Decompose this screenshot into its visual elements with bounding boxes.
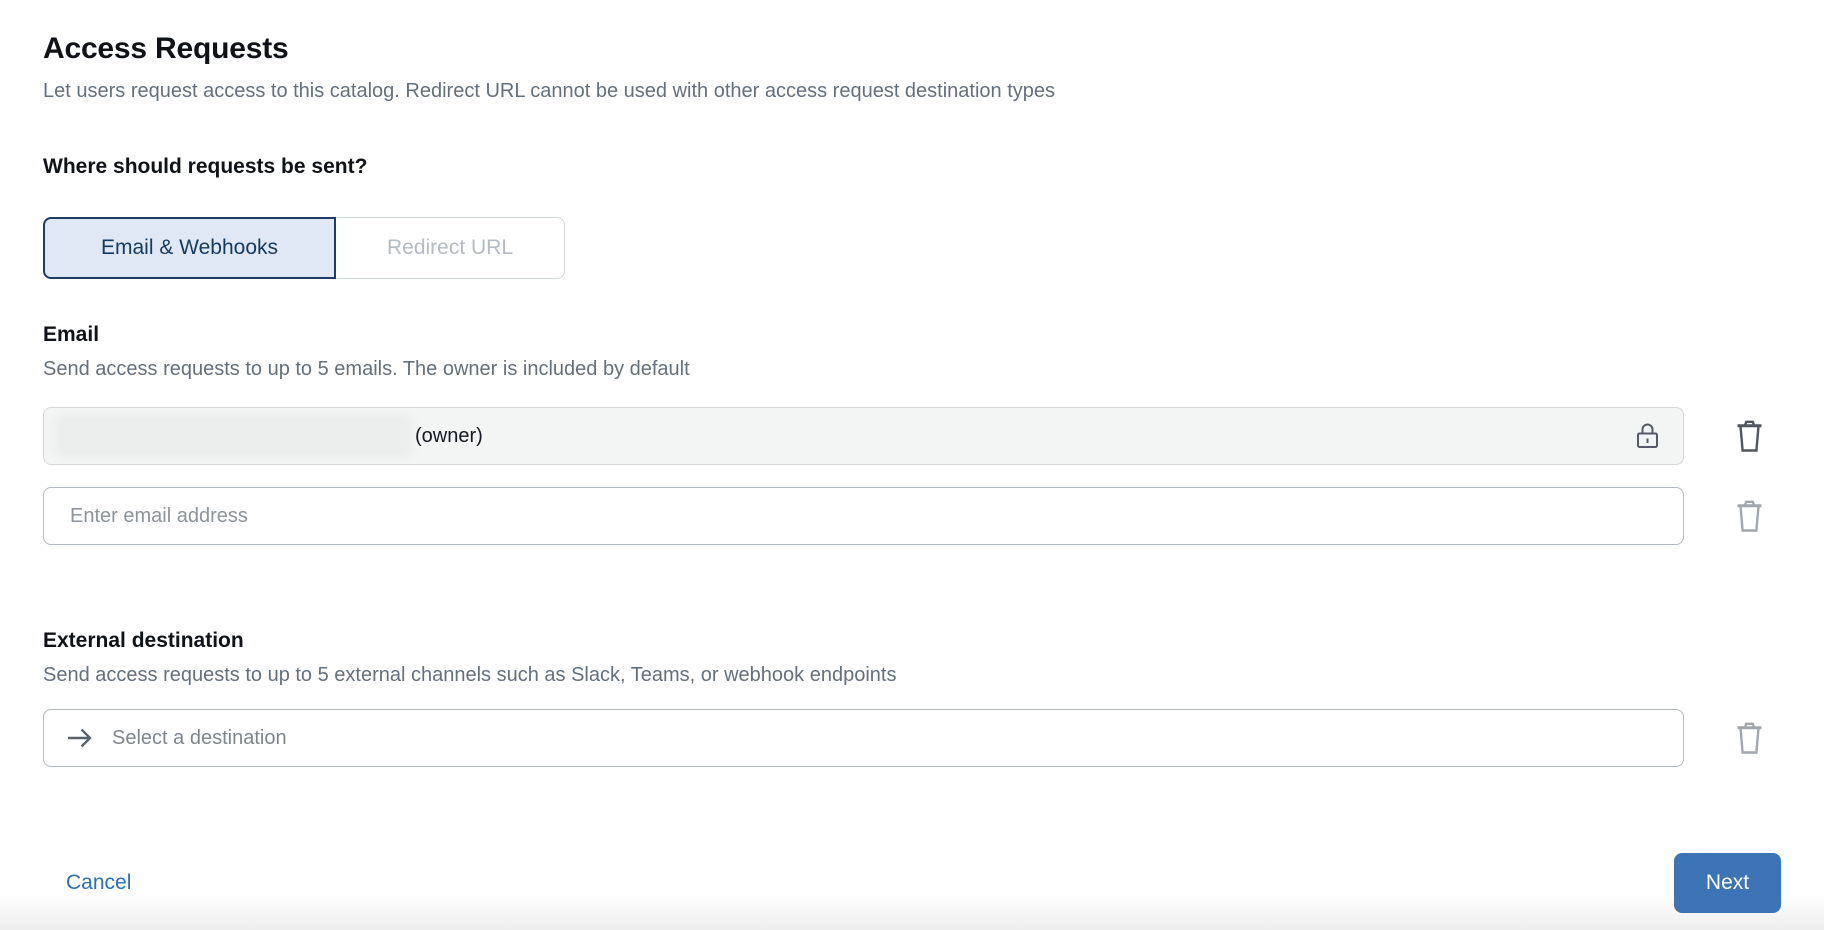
access-requests-form: Access Requests Let users request access… — [0, 0, 1824, 913]
form-footer: Cancel Next — [43, 853, 1781, 913]
owner-suffix-label: (owner) — [415, 425, 483, 448]
external-section-heading: External destination — [43, 627, 1781, 655]
page-title: Access Requests — [43, 30, 1781, 68]
new-email-row-actions — [1684, 499, 1781, 533]
trash-icon — [1735, 499, 1764, 533]
destination-row: Select a destination — [43, 709, 1781, 767]
remove-destination-button[interactable] — [1735, 721, 1764, 755]
redacted-owner-email — [55, 415, 411, 457]
segment-redirect-url[interactable]: Redirect URL — [336, 217, 565, 279]
remove-owner-email-button[interactable] — [1735, 419, 1764, 453]
remove-email-button[interactable] — [1735, 499, 1764, 533]
email-section-heading: Email — [43, 321, 1781, 349]
owner-row-actions — [1684, 419, 1781, 453]
destination-segmented-control: Email & Webhooks Redirect URL — [43, 217, 1781, 279]
lock-icon — [1634, 421, 1661, 451]
trash-icon — [1735, 721, 1764, 755]
page-subtitle: Let users request access to this catalog… — [43, 77, 1781, 105]
segment-email-webhooks[interactable]: Email & Webhooks — [43, 217, 336, 279]
destination-question-label: Where should requests be sent? — [43, 153, 1781, 181]
external-section-description: Send access requests to up to 5 external… — [43, 661, 1781, 689]
email-address-input[interactable] — [43, 487, 1684, 545]
cancel-button[interactable]: Cancel — [66, 871, 131, 895]
new-email-row — [43, 487, 1781, 545]
destination-row-actions — [1684, 721, 1781, 755]
trash-icon — [1735, 419, 1764, 453]
owner-email-row: (owner) — [43, 407, 1781, 465]
owner-email-field: (owner) — [43, 407, 1684, 465]
next-button[interactable]: Next — [1674, 853, 1781, 913]
email-section-description: Send access requests to up to 5 emails. … — [43, 355, 1781, 383]
destination-select[interactable]: Select a destination — [43, 709, 1684, 767]
arrow-right-icon — [66, 726, 94, 750]
destination-select-placeholder: Select a destination — [112, 727, 287, 750]
